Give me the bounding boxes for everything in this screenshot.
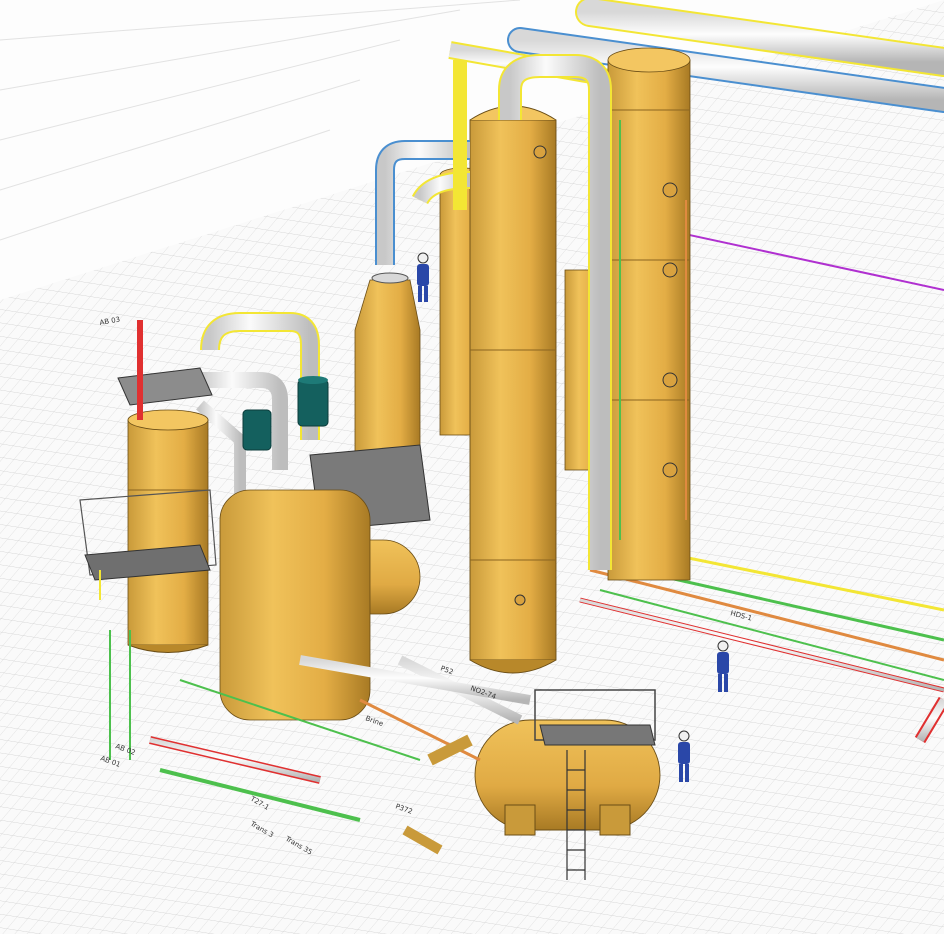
- lower-body-vessel[interactable]: [219, 489, 371, 721]
- flash-drum[interactable]: [354, 272, 421, 471]
- tall-column-right[interactable]: [607, 47, 691, 581]
- main-tall-column[interactable]: [469, 105, 557, 674]
- left-tower-vessel[interactable]: [127, 409, 209, 653]
- 3d-plant-model-viewport[interactable]: AB 01 AB 02 AB 03 NO2-74 P52 P372 T27-1 …: [0, 0, 944, 934]
